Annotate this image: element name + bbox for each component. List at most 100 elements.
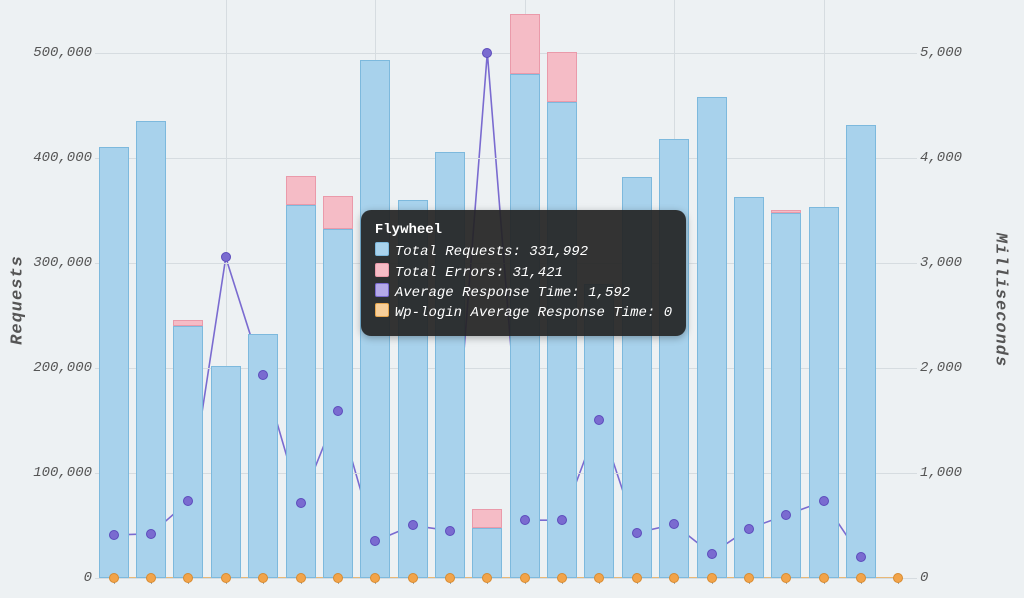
y-right-tick-label: 1,000 [920,465,962,481]
tooltip-row-wp: Wp-login Average Response Time: 0 [375,303,672,323]
wp-login-dot[interactable] [744,573,754,583]
chart-tooltip: Flywheel Total Requests: 331,992 Total E… [361,210,686,335]
wp-login-dot[interactable] [632,573,642,583]
avg-response-dot[interactable] [221,252,231,262]
avg-response-dot[interactable] [370,536,380,546]
bar-slot[interactable] [136,0,166,578]
y-left-tick-label: 400,000 [33,150,92,166]
wp-login-dot[interactable] [296,573,306,583]
y-right-tick-label: 0 [920,570,928,586]
avg-response-dot[interactable] [557,515,567,525]
wp-login-dot[interactable] [109,573,119,583]
wp-login-dot[interactable] [408,573,418,583]
wp-login-dot[interactable] [183,573,193,583]
y-left-tick-label: 100,000 [33,465,92,481]
wp-login-dot[interactable] [258,573,268,583]
wp-login-dot[interactable] [893,573,903,583]
y-left-tick-label: 0 [84,570,92,586]
avg-response-dot[interactable] [520,515,530,525]
swatch-requests-icon [375,242,389,256]
avg-response-dot[interactable] [146,529,156,539]
bar-total-requests[interactable] [99,147,129,578]
wp-login-dot[interactable] [819,573,829,583]
bar-total-requests[interactable] [136,121,166,578]
wp-login-dot[interactable] [707,573,717,583]
y-right-tick-label: 3,000 [920,255,962,271]
avg-response-dot[interactable] [707,549,717,559]
y-right-tick-label: 5,000 [920,45,962,61]
y-right-tick-label: 4,000 [920,150,962,166]
bar-total-requests[interactable] [173,326,203,578]
bar-total-requests[interactable] [697,97,727,578]
bar-total-requests[interactable] [547,102,577,578]
bar-slot[interactable] [883,0,913,578]
wp-login-dot[interactable] [557,573,567,583]
bar-total-requests[interactable] [846,125,876,578]
bar-slot[interactable] [248,0,278,578]
avg-response-dot[interactable] [109,530,119,540]
wp-login-dot[interactable] [221,573,231,583]
swatch-wp-icon [375,303,389,317]
y-left-tick-label: 200,000 [33,360,92,376]
wp-login-dot[interactable] [445,573,455,583]
wp-login-dot[interactable] [146,573,156,583]
wp-login-dot[interactable] [669,573,679,583]
bar-total-errors[interactable] [323,196,353,229]
bar-total-requests[interactable] [809,207,839,578]
bar-slot[interactable] [697,0,727,578]
bar-slot[interactable] [846,0,876,578]
avg-response-dot[interactable] [408,520,418,530]
bar-total-errors[interactable] [510,14,540,74]
wp-login-dot[interactable] [781,573,791,583]
y-right-tick-label: 2,000 [920,360,962,376]
avg-response-dot[interactable] [445,526,455,536]
bar-total-requests[interactable] [211,366,241,578]
bar-slot[interactable] [809,0,839,578]
bar-slot[interactable] [771,0,801,578]
avg-response-dot[interactable] [632,528,642,538]
tooltip-row-requests: Total Requests: 331,992 [375,242,672,262]
bar-total-requests[interactable] [323,229,353,578]
avg-response-dot[interactable] [669,519,679,529]
wp-login-dot[interactable] [370,573,380,583]
wp-login-dot[interactable] [520,573,530,583]
bar-total-errors[interactable] [771,210,801,213]
y-left-tick-label: 500,000 [33,45,92,61]
wp-login-dot[interactable] [482,573,492,583]
bar-total-errors[interactable] [472,509,502,528]
bar-total-requests[interactable] [734,197,764,578]
avg-response-dot[interactable] [594,415,604,425]
bar-total-requests[interactable] [659,139,689,578]
avg-response-dot[interactable] [819,496,829,506]
bar-slot[interactable] [211,0,241,578]
bar-slot[interactable] [99,0,129,578]
swatch-errors-icon [375,263,389,277]
bar-slot[interactable] [734,0,764,578]
bar-total-requests[interactable] [286,205,316,578]
bar-slot[interactable] [323,0,353,578]
tooltip-row-errors: Total Errors: 31,421 [375,263,672,283]
y-axis-right-title: Milliseconds [991,233,1010,367]
avg-response-dot[interactable] [482,48,492,58]
y-left-tick-label: 300,000 [33,255,92,271]
bar-slot[interactable] [286,0,316,578]
bar-total-errors[interactable] [286,176,316,205]
bar-slot[interactable] [173,0,203,578]
avg-response-dot[interactable] [183,496,193,506]
bar-total-errors[interactable] [547,52,577,102]
avg-response-dot[interactable] [296,498,306,508]
bar-total-requests[interactable] [472,528,502,578]
avg-response-dot[interactable] [781,510,791,520]
avg-response-dot[interactable] [333,406,343,416]
tooltip-row-avg: Average Response Time: 1,592 [375,283,672,303]
bar-total-requests[interactable] [771,213,801,578]
wp-login-dot[interactable] [333,573,343,583]
bar-total-errors[interactable] [173,320,203,326]
swatch-avg-icon [375,283,389,297]
gridline-h [95,578,917,579]
wp-login-dot[interactable] [856,573,866,583]
avg-response-dot[interactable] [856,552,866,562]
avg-response-dot[interactable] [744,524,754,534]
avg-response-dot[interactable] [258,370,268,380]
wp-login-dot[interactable] [594,573,604,583]
